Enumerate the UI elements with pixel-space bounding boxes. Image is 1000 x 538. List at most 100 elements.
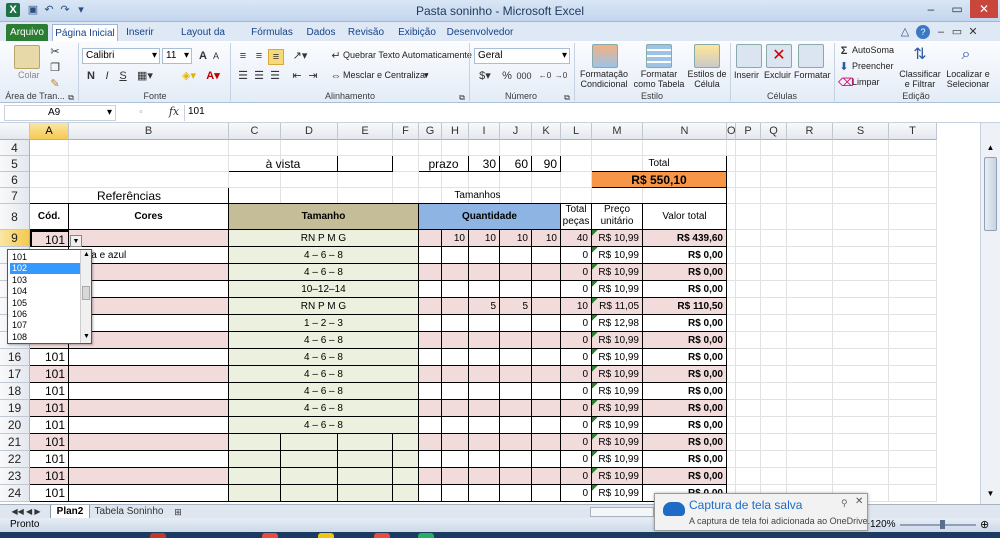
qty-cell[interactable] bbox=[532, 366, 561, 383]
grid-cell[interactable] bbox=[787, 156, 833, 172]
grid-cell[interactable] bbox=[833, 349, 889, 366]
grid-cell[interactable] bbox=[727, 315, 736, 332]
preco-cell[interactable]: R$ 10,99 bbox=[592, 383, 643, 400]
tamanho-cell[interactable]: RN P M G bbox=[229, 230, 419, 247]
qty-cell[interactable] bbox=[469, 468, 500, 485]
taskbar-app-icon[interactable] bbox=[262, 533, 278, 538]
select-all-corner[interactable] bbox=[0, 123, 30, 140]
tamanho-cell[interactable]: 4 – 6 – 8 bbox=[229, 417, 419, 434]
grid-cell[interactable] bbox=[561, 156, 592, 172]
qty-cell[interactable] bbox=[469, 264, 500, 281]
total-pecas-cell[interactable]: 0 bbox=[561, 451, 592, 468]
dropdown-option[interactable]: 103 bbox=[10, 275, 82, 286]
qty-cell[interactable] bbox=[469, 332, 500, 349]
grid-cell[interactable] bbox=[727, 156, 736, 172]
row-header[interactable]: 24 bbox=[0, 485, 30, 502]
grid-cell[interactable] bbox=[889, 468, 937, 485]
dropdown-scroll-thumb[interactable] bbox=[82, 286, 90, 300]
grid-cell[interactable] bbox=[833, 332, 889, 349]
cell-styles-button[interactable]: Estilos de Célula bbox=[686, 69, 728, 89]
qty-cell[interactable] bbox=[419, 230, 442, 247]
tab-home[interactable]: Página Inicial bbox=[52, 24, 118, 42]
valor-total-cell[interactable]: R$ 0,00 bbox=[643, 349, 727, 366]
total-pecas-cell[interactable]: 0 bbox=[561, 332, 592, 349]
qty-cell[interactable] bbox=[442, 383, 469, 400]
qty-cell[interactable] bbox=[532, 281, 561, 298]
grow-font-icon[interactable]: A bbox=[196, 49, 210, 63]
tab-formulas[interactable]: Fórmulas bbox=[250, 24, 294, 41]
orientation-icon[interactable]: ↗▾ bbox=[290, 49, 310, 63]
tamanho-cell[interactable] bbox=[281, 468, 338, 485]
minimize-button[interactable]: – bbox=[918, 0, 944, 18]
tamanho-cell[interactable] bbox=[281, 485, 338, 502]
cores-cell[interactable]: o rosa e azul bbox=[69, 247, 229, 264]
tab-review[interactable]: Revisão bbox=[346, 24, 386, 41]
vscroll-down-icon[interactable]: ▼ bbox=[984, 489, 997, 499]
find-select-icon[interactable]: ⌕ bbox=[954, 44, 978, 66]
tamanho-cell[interactable] bbox=[393, 485, 419, 502]
qty-cell[interactable] bbox=[442, 417, 469, 434]
grid-cell[interactable] bbox=[787, 468, 833, 485]
grid-cell[interactable] bbox=[889, 140, 937, 156]
qty-cell[interactable] bbox=[469, 247, 500, 264]
grid-cell[interactable] bbox=[787, 366, 833, 383]
grid-cell[interactable] bbox=[500, 172, 532, 188]
tamanho-cell[interactable]: 4 – 6 – 8 bbox=[229, 264, 419, 281]
grid-cell[interactable] bbox=[787, 298, 833, 315]
qty-cell[interactable] bbox=[532, 264, 561, 281]
qty-cell[interactable] bbox=[469, 383, 500, 400]
grid-cell[interactable] bbox=[736, 366, 761, 383]
dropdown-option[interactable]: 102 bbox=[10, 263, 82, 275]
grid-cell[interactable] bbox=[727, 383, 736, 400]
grid-cell[interactable] bbox=[727, 140, 736, 156]
sheet-tab-tabela-soninho[interactable]: Tabela Soninho bbox=[92, 505, 166, 519]
valor-total-cell[interactable]: R$ 439,60 bbox=[643, 230, 727, 247]
qty-cell[interactable] bbox=[419, 485, 442, 502]
tamanho-cell[interactable] bbox=[281, 451, 338, 468]
grid-cell[interactable] bbox=[833, 451, 889, 468]
grid-cell[interactable] bbox=[833, 188, 889, 204]
grid-cell[interactable] bbox=[393, 156, 419, 172]
merge-icon[interactable]: ⇔ bbox=[330, 69, 342, 83]
maximize-button[interactable]: ▭ bbox=[944, 0, 970, 18]
grid-cell[interactable] bbox=[889, 172, 937, 188]
column-header-K[interactable]: K bbox=[532, 123, 561, 140]
grid-cell[interactable] bbox=[889, 485, 937, 502]
grid-cell[interactable] bbox=[736, 468, 761, 485]
fill-icon[interactable]: ⬇ bbox=[838, 60, 850, 74]
preco-cell[interactable]: R$ 10,99 bbox=[592, 417, 643, 434]
qty-cell[interactable] bbox=[500, 383, 532, 400]
grid-cell[interactable] bbox=[761, 349, 787, 366]
format-cells-icon[interactable] bbox=[798, 44, 824, 68]
grid-cell[interactable] bbox=[281, 140, 338, 156]
qty-cell[interactable] bbox=[419, 349, 442, 366]
grid-cell[interactable] bbox=[761, 400, 787, 417]
tamanho-cell[interactable]: 4 – 6 – 8 bbox=[229, 366, 419, 383]
qty-cell[interactable]: 10 bbox=[532, 230, 561, 247]
grid-cell[interactable] bbox=[889, 451, 937, 468]
tamanho-cell[interactable] bbox=[229, 434, 281, 451]
valor-total-cell[interactable]: R$ 0,00 bbox=[643, 468, 727, 485]
insert-cells-icon[interactable] bbox=[736, 44, 762, 68]
grid-cell[interactable] bbox=[736, 281, 761, 298]
dropdown-option[interactable]: 105 bbox=[10, 298, 82, 309]
grid-cell[interactable] bbox=[761, 451, 787, 468]
column-header-M[interactable]: M bbox=[592, 123, 643, 140]
grid-cell[interactable] bbox=[787, 140, 833, 156]
grid-cell[interactable] bbox=[787, 400, 833, 417]
total-pecas-cell[interactable]: 0 bbox=[561, 264, 592, 281]
grid-cell[interactable] bbox=[761, 156, 787, 172]
grid-cell[interactable] bbox=[736, 400, 761, 417]
column-header-I[interactable]: I bbox=[469, 123, 500, 140]
grid-cell[interactable] bbox=[727, 349, 736, 366]
dropdown-option[interactable]: 107 bbox=[10, 320, 82, 331]
wrap-text-button[interactable]: Quebrar Texto Automaticamente bbox=[343, 50, 472, 60]
row-header[interactable]: 23 bbox=[0, 468, 30, 485]
qty-cell[interactable] bbox=[419, 264, 442, 281]
grid-cell[interactable] bbox=[736, 247, 761, 264]
column-header-J[interactable]: J bbox=[500, 123, 532, 140]
grid-cell[interactable] bbox=[736, 383, 761, 400]
grid-cell[interactable] bbox=[787, 315, 833, 332]
column-header-B[interactable]: B bbox=[69, 123, 229, 140]
column-header-A[interactable]: A bbox=[30, 123, 69, 140]
